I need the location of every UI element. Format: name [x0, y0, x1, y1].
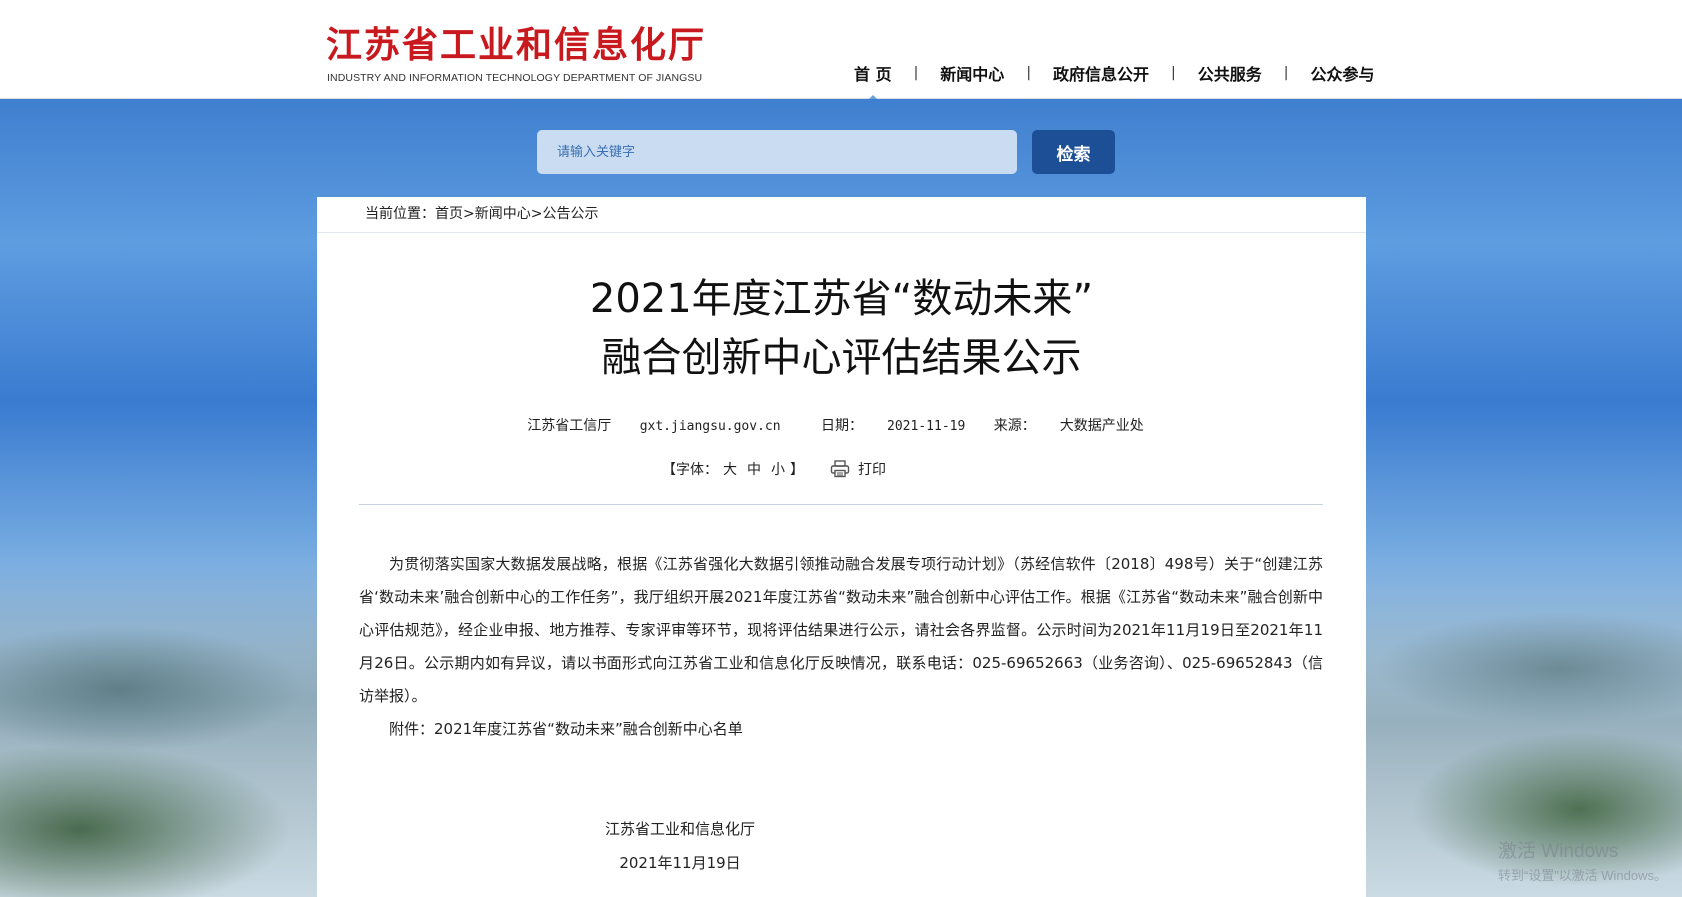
font-size-small-link[interactable]: 小	[771, 462, 785, 478]
font-size-close: 】	[790, 462, 804, 478]
landscape-image-left	[0, 569, 330, 897]
font-size-medium-link[interactable]: 中	[747, 462, 761, 478]
breadcrumb-home[interactable]: 首页	[435, 206, 463, 222]
article-title-line2: 融合创新中心评估结果公示	[601, 335, 1082, 381]
watermark-line1: 激活 Windows	[1498, 841, 1619, 862]
main-nav: 首 页 | 新闻中心 | 政府信息公开 | 公共服务 | 公众参与	[852, 60, 1377, 102]
search-button[interactable]: 检索	[1032, 130, 1115, 174]
article-tools: 【字体： 大中小】 打印	[662, 459, 886, 479]
breadcrumb-separator: >	[463, 206, 475, 222]
site-header: 江苏省工业和信息化厅 INDUSTRY AND INFORMATION TECH…	[0, 0, 1682, 102]
signature-org: 江苏省工业和信息化厅	[604, 820, 755, 838]
meta-date-label: 日期：	[821, 418, 864, 434]
article-title-line1: 2021年度江苏省“数动未来”	[589, 276, 1094, 322]
watermark-line2: 转到“设置”以激活 Windows。	[1498, 868, 1668, 883]
site-logo-chinese[interactable]: 江苏省工业和信息化厅	[326, 22, 706, 68]
font-size-large-link[interactable]: 大	[723, 462, 737, 478]
breadcrumb-bar: 当前位置：首页>新闻中心>公告公示	[317, 197, 1366, 233]
breadcrumb-separator: >	[530, 206, 543, 222]
nav-news-center[interactable]: 新闻中心	[938, 61, 1006, 85]
breadcrumb-prefix: 当前位置：	[365, 206, 435, 222]
nav-separator: |	[1171, 65, 1176, 81]
printer-icon	[830, 460, 850, 478]
signature-date: 2021年11月19日	[619, 854, 741, 872]
breadcrumb: 当前位置：首页>新闻中心>公告公示	[365, 197, 598, 232]
windows-activation-watermark: 激活 Windows 转到“设置”以激活 Windows。	[1498, 836, 1667, 884]
meta-publisher: 江苏省工信厅	[527, 418, 612, 434]
header-divider	[359, 504, 1323, 505]
nav-public-service[interactable]: 公共服务	[1196, 61, 1264, 85]
nav-separator: |	[1026, 65, 1032, 81]
meta-date: 2021-11-19	[887, 419, 966, 434]
nav-home[interactable]: 首 页	[852, 61, 894, 102]
print-button[interactable]: 打印	[830, 459, 886, 479]
site-logo-english: INDUSTRY AND INFORMATION TECHNOLOGY DEPA…	[327, 72, 703, 84]
font-size-control: 【字体： 大中小】	[662, 459, 804, 479]
meta-source-label: 来源：	[993, 418, 1036, 434]
nav-separator: |	[913, 65, 919, 81]
font-size-open: 【字体：	[662, 462, 718, 478]
nav-separator: |	[1283, 65, 1289, 81]
breadcrumb-news-center[interactable]: 新闻中心	[475, 206, 531, 222]
print-label: 打印	[858, 462, 886, 478]
breadcrumb-announcements[interactable]: 公告公示	[542, 206, 598, 222]
article-panel: 当前位置：首页>新闻中心>公告公示 2021年度江苏省“数动未来” 融合创新中心…	[317, 197, 1366, 897]
article-paragraph: 为贯彻落实国家大数据发展战略，根据《江苏省强化大数据引领推动融合发展专项行动计划…	[359, 555, 1323, 705]
article-meta: 江苏省工信厅 gxt.jiangsu.gov.cn 日期： 2021-11-19 …	[317, 415, 1366, 435]
meta-source: 大数据产业处	[1059, 418, 1144, 434]
article-body: 为贯彻落实国家大数据发展战略，根据《江苏省强化大数据引领推动融合发展专项行动计划…	[359, 548, 1323, 746]
meta-date-source: 日期： 2021-11-19 来源： 大数据产业处	[809, 418, 1156, 434]
meta-site: gxt.jiangsu.gov.cn	[639, 419, 781, 434]
article-attachment-link[interactable]: 附件：2021年度江苏省“数动未来”融合创新中心名单	[359, 713, 1323, 746]
nav-public-participation[interactable]: 公众参与	[1309, 61, 1377, 85]
nav-gov-info[interactable]: 政府信息公开	[1051, 61, 1151, 85]
search-input[interactable]	[537, 130, 1017, 174]
